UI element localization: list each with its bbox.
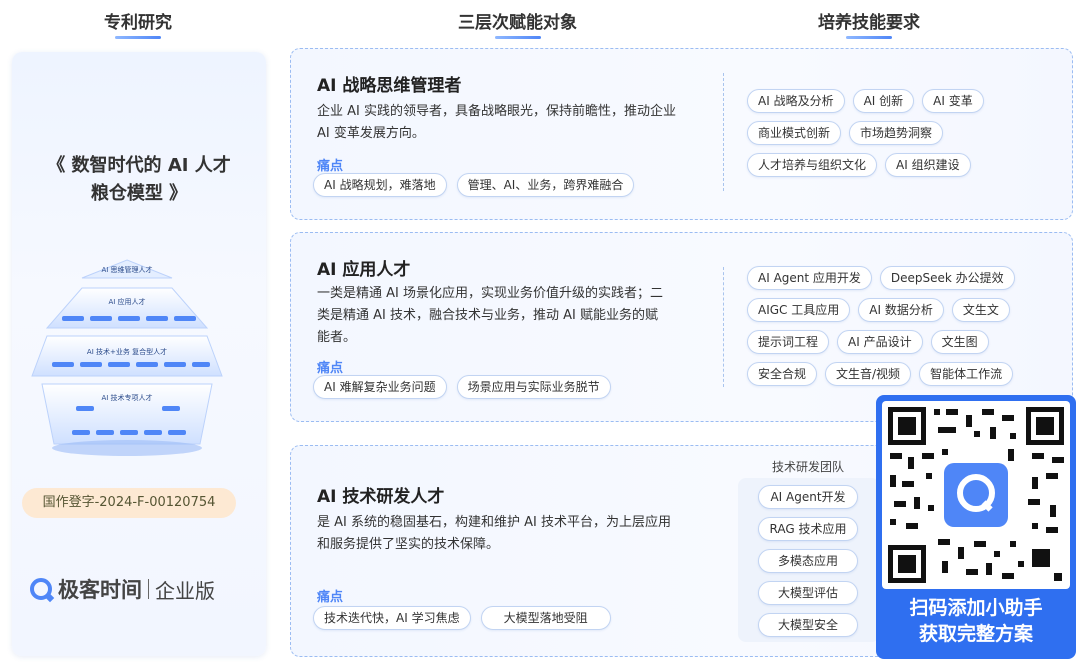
card-application-talent: AI 应用人才 一类是精通 AI 场景化应用，实现业务价值升级的实践者；二类是精… [290, 232, 1073, 422]
brand-name: 极客时间 [58, 578, 142, 602]
team-skill-list: AI Agent开发 RAG 技术应用 多模态应用 大模型评估 大模型安全 [758, 485, 858, 637]
skill-tag: AIGC 工具应用 [747, 298, 851, 322]
pain-tag: AI 战略规划，难落地 [313, 173, 447, 197]
registration-badge: 国作登字-2024-F-00120754 [22, 488, 236, 518]
card-description: 企业 AI 实践的领导者，具备战略眼光，保持前瞻性，推动企业 AI 变革发展方向… [317, 104, 676, 141]
team-skill-tag: 大模型评估 [758, 581, 858, 605]
qr-line1: 扫码添加小助手 [909, 597, 1043, 619]
geektime-logo-icon [30, 578, 52, 600]
skill-tag: 文生音/视频 [825, 362, 912, 386]
card-description: 是 AI 系统的稳固基石，构建和维护 AI 技术平台，为上层应用和服务提供了坚实… [317, 515, 671, 552]
skill-tag: 文生文 [951, 298, 1010, 322]
qr-line2: 获取完整方案 [918, 623, 1033, 645]
skill-tag: AI 变革 [922, 89, 984, 113]
granary-model-diagram: AI 思维管理人才 AI 应用人才 AI 技术+业务 复合型人才 AI 技术专项… [31, 259, 223, 456]
qr-code-icon [888, 407, 1064, 583]
skill-tag: 商业模式创新 [747, 121, 842, 145]
pain-label: 痛点 [317, 590, 344, 605]
team-label: 技术研发团队 [772, 460, 845, 474]
brand-separator [148, 579, 149, 599]
pain-tag: 管理、AI、业务，跨界难融合 [456, 173, 635, 197]
skill-tag: AI Agent 应用开发 [747, 266, 872, 290]
skill-tag: AI 创新 [852, 89, 915, 113]
pyramid-tier3-shape [31, 335, 223, 377]
skill-tag: 市场趋势洞察 [849, 121, 944, 145]
skill-tag: AI 产品设计 [837, 330, 923, 354]
skill-tag: 安全合规 [747, 362, 818, 386]
pain-tag: 场景应用与实际业务脱节 [456, 375, 611, 399]
brand: 极客时间 企业版 [30, 574, 215, 604]
book-title-line2: 粮仓模型 》 [90, 183, 188, 204]
skill-tag: 提示词工程 [747, 330, 830, 354]
pain-tag: 大模型落地受阻 [480, 606, 611, 630]
team-skill-tag: 多模态应用 [758, 549, 858, 573]
skill-tag: AI 战略及分析 [747, 89, 845, 113]
pyramid-tier2-label: AI 应用人才 [108, 297, 145, 306]
pyramid-tier2-shape [45, 287, 209, 329]
skill-tag: DeepSeek 办公提效 [879, 266, 1015, 290]
qr-code[interactable] [882, 401, 1070, 589]
pain-tags: 技术迭代快，AI 学习焦虑 大模型落地受阻 [313, 606, 611, 630]
skill-tag: 人才培养与组织文化 [747, 153, 878, 177]
skill-tag: 智能体工作流 [919, 362, 1014, 386]
skill-tags: AI 战略及分析 AI 创新 AI 变革 商业模式创新 市场趋势洞察 人才培养与… [747, 89, 984, 185]
skill-tag: AI 组织建设 [885, 153, 971, 177]
brand-subtitle: 企业版 [155, 578, 215, 603]
pain-tag: 技术迭代快，AI 学习焦虑 [313, 606, 471, 630]
card-description: 一类是精通 AI 场景化应用，实现业务价值升级的实践者；二类是精通 AI 技术，… [317, 286, 663, 345]
pain-tag: AI 难解复杂业务问题 [313, 375, 447, 399]
column-heading-targets: 三层次赋能对象 [458, 8, 577, 37]
column-heading-skills: 培养技能要求 [818, 8, 920, 37]
card-divider [723, 73, 724, 191]
card-title: AI 战略思维管理者 [317, 76, 462, 96]
skill-tag: 文生图 [930, 330, 989, 354]
pain-label: 痛点 [317, 361, 344, 376]
skill-tags: AI Agent 应用开发 DeepSeek 办公提效 AIGC 工具应用 AI… [747, 266, 1015, 394]
qr-overlay[interactable]: 扫码添加小助手 获取完整方案 [876, 395, 1076, 659]
book-title-line1: 《 数智时代的 AI 人才 [47, 155, 231, 176]
team-skill-tag: RAG 技术应用 [758, 517, 858, 541]
skill-tag: AI 数据分析 [858, 298, 944, 322]
team-skill-tag: AI Agent开发 [758, 485, 858, 509]
card-strategy-managers: AI 战略思维管理者 企业 AI 实践的领导者，具备战略眼光，保持前瞻性，推动企… [290, 48, 1073, 220]
pyramid-base-shadow [52, 440, 202, 456]
pyramid-tier3-label: AI 技术+业务 复合型人才 [87, 347, 167, 356]
team-skill-tag: 大模型安全 [758, 613, 858, 637]
pyramid-tier1-label: AI 思维管理人才 [101, 265, 152, 274]
pain-tags: AI 战略规划，难落地 管理、AI、业务，跨界难融合 [313, 173, 635, 197]
pain-label: 痛点 [317, 159, 344, 174]
card-title: AI 技术研发人才 [317, 487, 445, 507]
column-heading-patent: 专利研究 [104, 8, 172, 37]
card-title: AI 应用人才 [317, 260, 411, 280]
card-divider [723, 267, 724, 387]
pyramid-tier4-label: AI 技术专项人才 [101, 393, 152, 402]
pain-tags: AI 难解复杂业务问题 场景应用与实际业务脱节 [313, 375, 611, 399]
